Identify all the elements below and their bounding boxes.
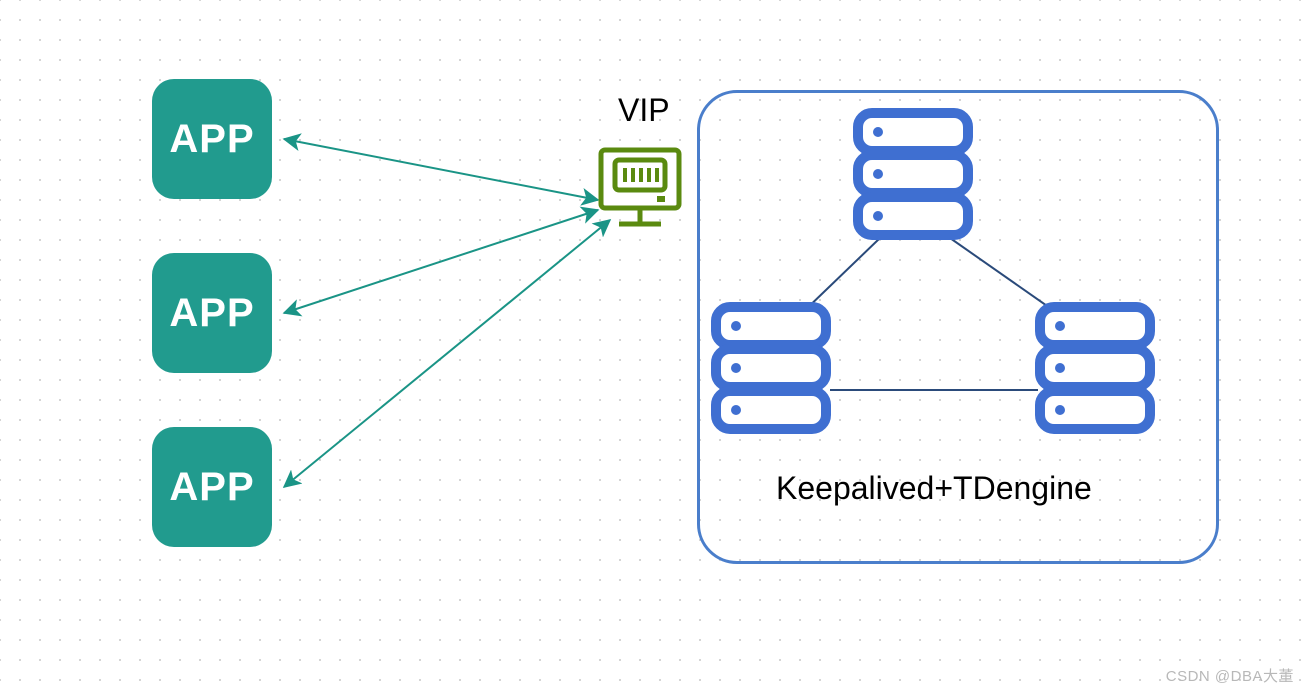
vip-icon [601, 150, 679, 224]
watermark: CSDN @DBA大董 [1166, 665, 1294, 686]
app-label: APP [169, 291, 254, 336]
vip-label: VIP [618, 92, 670, 129]
cluster-label: Keepalived+TDengine [776, 470, 1092, 507]
arrows-group [284, 139, 610, 487]
app-node: APP [152, 79, 272, 199]
arrow-app2-vip [284, 210, 598, 313]
app-node: APP [152, 427, 272, 547]
arrow-app1-vip [284, 139, 598, 200]
app-label: APP [169, 117, 254, 162]
app-node: APP [152, 253, 272, 373]
arrow-app3-vip [284, 220, 610, 487]
app-label: APP [169, 465, 254, 510]
diagram-canvas: APP APP APP VIP Keepalived+TDengine CSDN… [0, 0, 1306, 694]
